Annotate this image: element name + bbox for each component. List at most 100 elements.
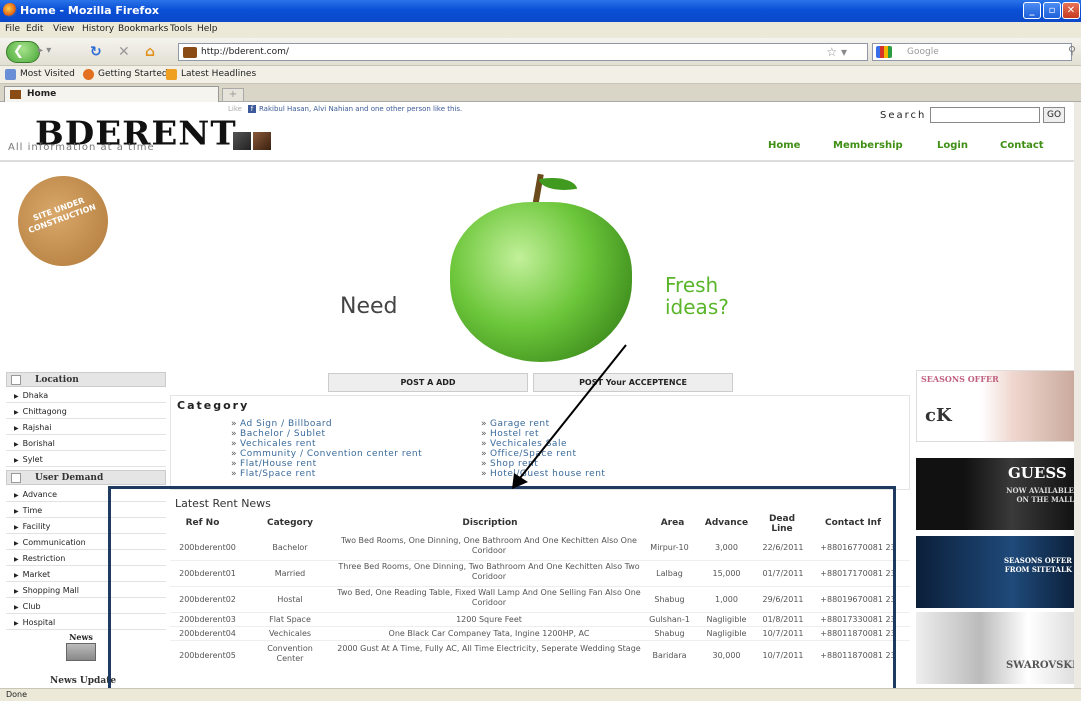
back-button[interactable]: ❮ bbox=[6, 41, 40, 63]
bookmark-star-icon[interactable]: ☆ ▾ bbox=[826, 45, 847, 59]
menu-history[interactable]: History bbox=[82, 24, 114, 34]
menu-bookmarks[interactable]: Bookmarks bbox=[118, 24, 168, 34]
thumbnail-image bbox=[233, 132, 251, 150]
search-go-button[interactable]: GO bbox=[1043, 107, 1065, 123]
menu-help[interactable]: Help bbox=[197, 24, 218, 34]
site-tagline: All information at a time bbox=[8, 142, 155, 153]
close-button[interactable]: ✕ bbox=[1062, 2, 1080, 19]
category-link[interactable]: » Hotel/Guest house rent bbox=[481, 469, 605, 479]
tab-strip: Home + bbox=[0, 84, 1081, 102]
sidebar-item-rajshai[interactable]: Rajshai bbox=[6, 420, 166, 435]
highlight-box bbox=[108, 486, 896, 698]
sidebar-item-dhaka[interactable]: Dhaka bbox=[6, 388, 166, 403]
hero-banner: SITE UNDER CONSTRUCTION Need Fresh ideas… bbox=[0, 163, 1074, 369]
nav-contact[interactable]: Contact bbox=[1000, 140, 1044, 151]
forward-button[interactable]: ▸ ▾ bbox=[38, 45, 56, 59]
menu-file[interactable]: File bbox=[5, 24, 20, 34]
banner-fresh-line2: ideas? bbox=[665, 295, 729, 319]
url-bar[interactable]: http://bderent.com/ ☆ ▾ bbox=[178, 43, 868, 61]
category-link[interactable]: » Hostel ret bbox=[481, 429, 539, 439]
category-link[interactable]: » Shop rent bbox=[481, 459, 538, 469]
collapse-icon[interactable] bbox=[11, 473, 21, 483]
location-header[interactable]: Location bbox=[6, 372, 166, 387]
ad4-brand: SWAROVSKI bbox=[1006, 660, 1076, 671]
magnifier-icon[interactable]: ⚲ bbox=[1068, 44, 1076, 57]
banner-fresh-text: Fresh ideas? bbox=[665, 274, 729, 318]
tab-favicon-icon bbox=[10, 90, 21, 99]
search-placeholder: Google bbox=[907, 47, 939, 57]
thumbnail-image bbox=[253, 132, 271, 150]
category-link[interactable]: » Vechicales Sale bbox=[481, 439, 567, 449]
banner-need-text: Need bbox=[340, 294, 398, 319]
ad3-text: SEASONS OFFER FROM SITETALK bbox=[1003, 556, 1072, 574]
ad-sitetalk[interactable]: SEASONS OFFER FROM SITETALK bbox=[916, 536, 1076, 608]
google-icon bbox=[876, 46, 892, 58]
post-acceptence-button[interactable]: POST Your ACCEPTENCE bbox=[533, 373, 733, 392]
navigation-toolbar: ❮ ▸ ▾ ↻ ✕ ⌂ http://bderent.com/ ☆ ▾ Goog… bbox=[0, 38, 1081, 66]
news-icon bbox=[66, 643, 96, 661]
ad-seasons-offer[interactable]: SEASONS OFFER cK bbox=[916, 370, 1076, 442]
like-button[interactable]: Like bbox=[228, 105, 242, 113]
page-scrollbar[interactable] bbox=[1074, 102, 1081, 688]
rss-icon bbox=[166, 69, 177, 80]
construction-text: SITE UNDER CONSTRUCTION bbox=[27, 195, 98, 236]
ad-guess[interactable]: GUESS NOW AVAILABLE ON THE MALL bbox=[916, 458, 1076, 530]
minimize-button[interactable]: _ bbox=[1023, 2, 1041, 19]
url-text: http://bderent.com/ bbox=[201, 47, 289, 57]
category-link[interactable]: » Ad Sign / Billboard bbox=[231, 419, 332, 429]
user-demand-header[interactable]: User Demand bbox=[6, 470, 166, 485]
home-icon[interactable]: ⌂ bbox=[145, 44, 155, 60]
category-link[interactable]: » Flat/Space rent bbox=[231, 469, 316, 479]
category-link[interactable]: » Community / Convention center rent bbox=[231, 449, 422, 459]
sidebar-item-sylet[interactable]: Sylet bbox=[6, 452, 166, 467]
menu-bar: File Edit View History Bookmarks Tools H… bbox=[0, 22, 1081, 38]
ad2-brand: GUESS bbox=[1008, 464, 1067, 482]
category-link[interactable]: » Office/Space rent bbox=[481, 449, 577, 459]
category-link[interactable]: » Garage rent bbox=[481, 419, 550, 429]
browser-search-input[interactable]: Google bbox=[872, 43, 1072, 61]
post-ad-button[interactable]: POST A ADD bbox=[328, 373, 528, 392]
category-title: Category bbox=[177, 399, 250, 412]
tab-home[interactable]: Home bbox=[4, 86, 219, 102]
like-text: Rakibul Hasan, Alvi Nahian and one other… bbox=[258, 105, 463, 113]
nav-login[interactable]: Login bbox=[937, 140, 968, 151]
user-demand-title: User Demand bbox=[35, 473, 104, 483]
maximize-button[interactable]: ▫ bbox=[1043, 2, 1061, 19]
new-tab-button[interactable]: + bbox=[222, 88, 244, 102]
site-search-input[interactable] bbox=[930, 107, 1040, 123]
window-title: Home - Mozilla Firefox bbox=[20, 4, 159, 17]
ad1-brand: cK bbox=[925, 405, 952, 426]
menu-view[interactable]: View bbox=[53, 24, 74, 34]
ad2-subtitle: NOW AVAILABLE ON THE MALL bbox=[1006, 486, 1074, 504]
window-titlebar: Home - Mozilla Firefox _ ▫ ✕ bbox=[0, 0, 1081, 22]
news-update-heading: News Update bbox=[50, 676, 117, 686]
reload-icon[interactable]: ↻ bbox=[90, 44, 102, 60]
bookmark-latest-headlines[interactable]: Latest Headlines bbox=[181, 69, 256, 79]
category-panel: Category » Ad Sign / Billboard » Bachelor … bbox=[170, 395, 910, 490]
status-bar: Done bbox=[0, 688, 1081, 701]
tab-label: Home bbox=[27, 89, 57, 99]
apple-image bbox=[450, 202, 632, 362]
menu-edit[interactable]: Edit bbox=[26, 24, 43, 34]
bookmark-most-visited[interactable]: Most Visited bbox=[20, 69, 75, 79]
sidebar-item-borishal[interactable]: Borishal bbox=[6, 436, 166, 451]
search-label: Search bbox=[880, 110, 927, 121]
news-widget[interactable]: News bbox=[58, 632, 104, 662]
menu-tools[interactable]: Tools bbox=[170, 24, 192, 34]
stop-icon[interactable]: ✕ bbox=[118, 44, 130, 60]
nav-home[interactable]: Home bbox=[768, 140, 800, 151]
most-visited-icon bbox=[5, 69, 16, 80]
nav-membership[interactable]: Membership bbox=[833, 140, 903, 151]
banner-fresh-line1: Fresh bbox=[665, 273, 719, 297]
category-link[interactable]: » Flat/House rent bbox=[231, 459, 317, 469]
sidebar-item-chittagong[interactable]: Chittagong bbox=[6, 404, 166, 419]
bookmarks-toolbar: Most Visited Getting Started Latest Head… bbox=[0, 66, 1081, 84]
location-title: Location bbox=[35, 375, 79, 385]
ad1-headline: SEASONS OFFER bbox=[921, 374, 999, 384]
ad-swarovski[interactable]: SWAROVSKI bbox=[916, 612, 1076, 684]
firefox-icon bbox=[3, 3, 17, 17]
bookmark-getting-started[interactable]: Getting Started bbox=[98, 69, 168, 79]
category-link[interactable]: » Vechicales rent bbox=[231, 439, 316, 449]
collapse-icon[interactable] bbox=[11, 375, 21, 385]
category-link[interactable]: » Bachelor / Sublet bbox=[231, 429, 326, 439]
